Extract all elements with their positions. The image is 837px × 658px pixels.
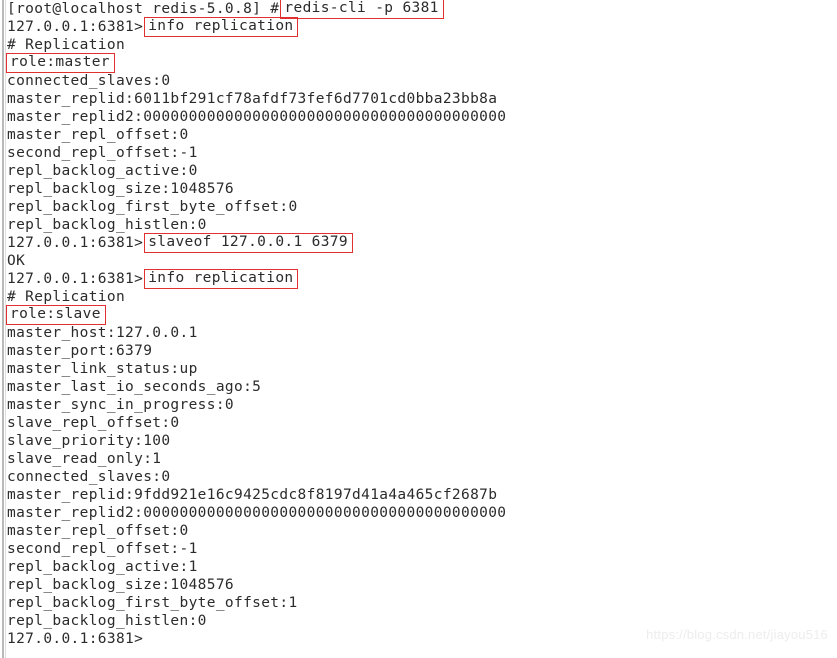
terminal-line: 127.0.0.1:6381> info replication <box>7 269 831 289</box>
terminal-output-line: master_last_io_seconds_ago:5 <box>7 379 262 395</box>
window-left-border-inner <box>5 0 6 658</box>
terminal-line: slave_repl_offset:0 <box>7 414 831 432</box>
terminal-line: slave_priority:100 <box>7 432 831 450</box>
terminal-line: connected_slaves:0 <box>7 468 831 486</box>
terminal-output-line: master_replid:9fdd921e16c9425cdc8f8197d4… <box>7 487 498 503</box>
watermark-text: https://blog.csdn.net/jiayou516 <box>646 627 828 642</box>
terminal-line: master_repl_offset:0 <box>7 522 831 540</box>
terminal-output-line: master_repl_offset:0 <box>7 127 189 143</box>
terminal-output-line: repl_backlog_size:1048576 <box>7 181 234 197</box>
terminal-line: second_repl_offset:-1 <box>7 144 831 162</box>
terminal-output-line: repl_backlog_first_byte_offset:0 <box>7 199 298 215</box>
terminal-line: role:slave <box>6 305 831 325</box>
terminal-output-line: master_replid2:0000000000000000000000000… <box>7 109 507 125</box>
highlighted-output: role:slave <box>6 305 106 325</box>
terminal-line: master_last_io_seconds_ago:5 <box>7 378 831 396</box>
terminal-prompt: 127.0.0.1:6381> <box>7 235 144 251</box>
terminal-line: repl_backlog_active:0 <box>7 162 831 180</box>
terminal-line: 127.0.0.1:6381> slaveof 127.0.0.1 6379 <box>7 233 831 253</box>
terminal-output-line: slave_repl_offset:0 <box>7 415 180 431</box>
terminal-output-line: second_repl_offset:-1 <box>7 145 198 161</box>
terminal-output-line: master_port:6379 <box>7 343 153 359</box>
terminal-prompt: [root@localhost redis-5.0.8] # <box>7 1 280 17</box>
terminal-output-line: master_host:127.0.0.1 <box>7 325 198 341</box>
terminal-line: master_replid2:0000000000000000000000000… <box>7 108 831 126</box>
terminal-output-line: repl_backlog_histlen:0 <box>7 217 207 233</box>
terminal-line: repl_backlog_size:1048576 <box>7 576 831 594</box>
terminal-line: master_repl_offset:0 <box>7 126 831 144</box>
terminal-output-line: # Replication <box>7 289 126 305</box>
terminal-output-line: master_repl_offset:0 <box>7 523 189 539</box>
highlighted-command: slaveof 127.0.0.1 6379 <box>144 233 353 253</box>
terminal-output-line: repl_backlog_size:1048576 <box>7 577 234 593</box>
terminal-output-line: repl_backlog_active:0 <box>7 163 198 179</box>
terminal-line: OK <box>7 252 831 270</box>
terminal-line: master_host:127.0.0.1 <box>7 324 831 342</box>
terminal-prompt: 127.0.0.1:6381> <box>7 271 144 287</box>
terminal-output-line: # Replication <box>7 37 126 53</box>
terminal-line: # Replication <box>7 288 831 306</box>
terminal-line: master_sync_in_progress:0 <box>7 396 831 414</box>
terminal-line: master_replid2:0000000000000000000000000… <box>7 504 831 522</box>
terminal-line: second_repl_offset:-1 <box>7 540 831 558</box>
window-left-border <box>2 0 4 658</box>
terminal-output-line: repl_backlog_active:1 <box>7 559 198 575</box>
terminal-output-line: slave_priority:100 <box>7 433 171 449</box>
highlighted-output: role:master <box>6 53 115 73</box>
terminal-output-line: connected_slaves:0 <box>7 73 171 89</box>
terminal-line: [root@localhost redis-5.0.8] # redis-cli … <box>7 0 831 19</box>
terminal-line: repl_backlog_histlen:0 <box>7 216 831 234</box>
terminal-output-line: master_replid:6011bf291cf78afdf73fef6d77… <box>7 91 498 107</box>
terminal-line: master_replid:9fdd921e16c9425cdc8f8197d4… <box>7 486 831 504</box>
terminal-line: master_replid:6011bf291cf78afdf73fef6d77… <box>7 90 831 108</box>
terminal-output-line: master_sync_in_progress:0 <box>7 397 234 413</box>
terminal-output-line: connected_slaves:0 <box>7 469 171 485</box>
highlighted-command: redis-cli -p 6381 <box>280 0 444 19</box>
terminal-line: role:master <box>6 53 831 73</box>
highlighted-command: info replication <box>144 269 299 289</box>
terminal-line: connected_slaves:0 <box>7 72 831 90</box>
terminal-output-line: repl_backlog_histlen:0 <box>7 613 207 629</box>
terminal-line: repl_backlog_active:1 <box>7 558 831 576</box>
terminal-prompt: 127.0.0.1:6381> <box>7 631 144 647</box>
terminal-output-line: second_repl_offset:-1 <box>7 541 198 557</box>
highlighted-command: info replication <box>144 17 299 37</box>
terminal-output-line: master_link_status:up <box>7 361 198 377</box>
terminal-output-line: slave_read_only:1 <box>7 451 162 467</box>
terminal-window[interactable]: [root@localhost redis-5.0.8] # redis-cli … <box>0 0 837 658</box>
terminal-line: repl_backlog_first_byte_offset:1 <box>7 594 831 612</box>
terminal-output-line: master_replid2:0000000000000000000000000… <box>7 505 507 521</box>
terminal-line: master_port:6379 <box>7 342 831 360</box>
terminal-output-line: repl_backlog_first_byte_offset:1 <box>7 595 298 611</box>
terminal-output-line: OK <box>7 253 26 269</box>
terminal-line: # Replication <box>7 36 831 54</box>
terminal-output[interactable]: [root@localhost redis-5.0.8] # redis-cli … <box>6 0 831 648</box>
terminal-line: master_link_status:up <box>7 360 831 378</box>
terminal-line: 127.0.0.1:6381> info replication <box>7 17 831 37</box>
terminal-prompt: 127.0.0.1:6381> <box>7 19 144 35</box>
terminal-line: repl_backlog_first_byte_offset:0 <box>7 198 831 216</box>
terminal-line: repl_backlog_size:1048576 <box>7 180 831 198</box>
terminal-line: slave_read_only:1 <box>7 450 831 468</box>
